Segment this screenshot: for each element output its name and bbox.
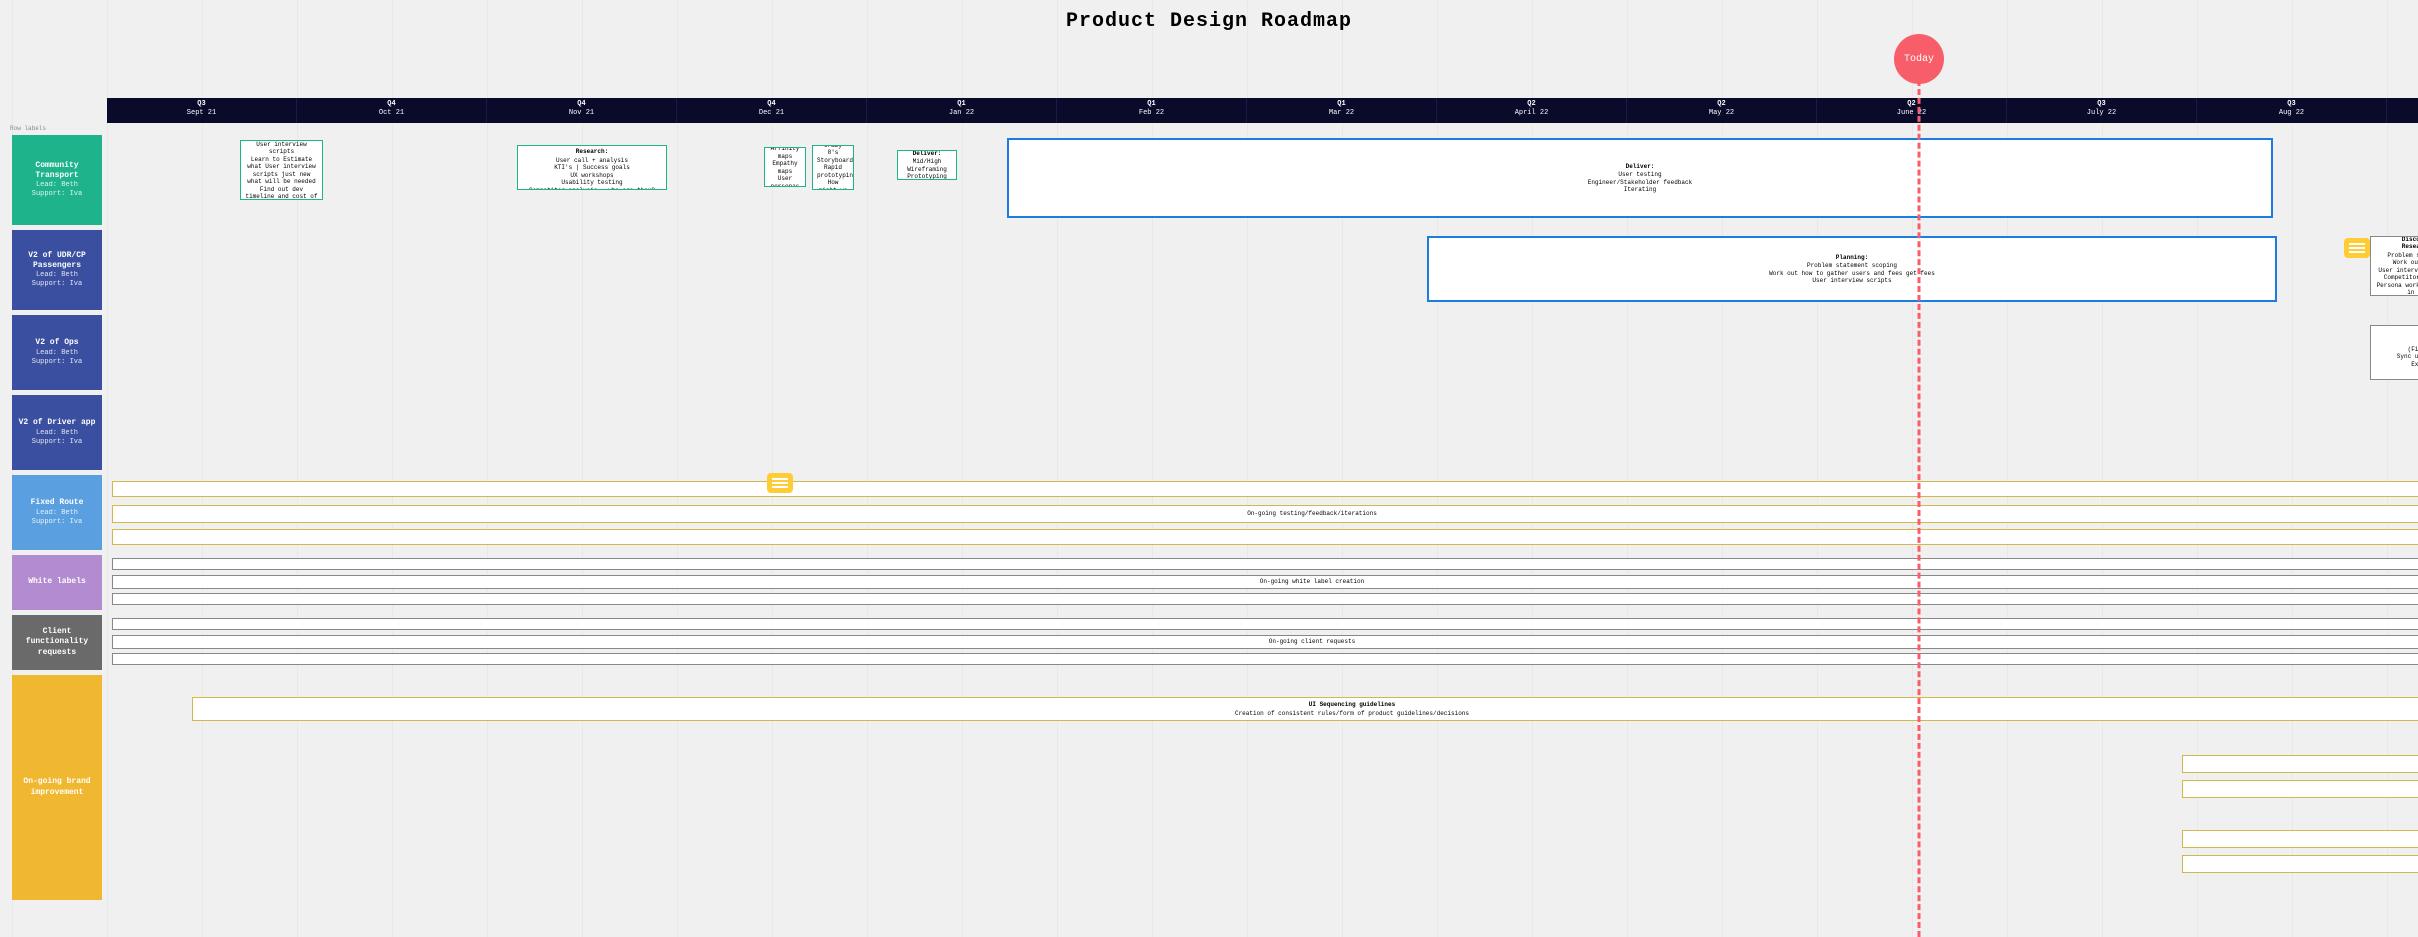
timeline-card[interactable]: [2182, 855, 2418, 873]
timeline-card[interactable]: [2182, 780, 2418, 798]
row-head[interactable]: On-going brand improvement: [12, 675, 102, 900]
roadmap-canvas[interactable]: Product Design Roadmap Today Row labels …: [0, 0, 2418, 937]
timeline-card[interactable]: [112, 529, 2418, 545]
timeline-header: Q3Sept 21Q4Oct 21Q4Nov 21Q4Dec 21Q1Jan 2…: [107, 98, 2418, 123]
timeline-card[interactable]: [2182, 755, 2418, 773]
month-cell: Q2April 22: [1437, 98, 1627, 123]
row-head[interactable]: V2 of UDR/CP PassengersLead: BethSupport…: [12, 230, 102, 310]
timeline-card[interactable]: Deliver:User testing Engineer/Stakeholde…: [1007, 138, 2273, 218]
month-cell: Q1Mar 22: [1247, 98, 1437, 123]
timeline-card[interactable]: Define:Affinity maps Empathy maps User p…: [764, 147, 806, 187]
row-head[interactable]: Community TransportLead: BethSupport: Iv…: [12, 135, 102, 225]
today-marker[interactable]: Today: [1894, 34, 1944, 84]
timeline-card[interactable]: [112, 558, 2418, 570]
month-cell: Q4Oct 21: [297, 98, 487, 123]
row-brand: On-going brand improvement UI Sequencing …: [12, 675, 2418, 900]
month-cell: Q4Nov 21: [487, 98, 677, 123]
timeline-card[interactable]: Deliver:Mid/High Wireframing Prototyping: [897, 150, 957, 180]
month-cell: Q3Aug 22: [2197, 98, 2387, 123]
timeline-card[interactable]: Planning:Problem statement scoping User …: [240, 140, 323, 200]
comment-note-icon[interactable]: [767, 473, 793, 493]
row-white-labels: White labels On-going white label creatio…: [12, 555, 2418, 610]
timeline-card[interactable]: On-going client requests: [112, 635, 2418, 649]
today-label: Today: [1904, 54, 1934, 65]
row-v2-udr-cp: V2 of UDR/CP PassengersLead: BethSupport…: [12, 230, 2418, 310]
row-client-func: Client functionality requests On-going cl…: [12, 615, 2418, 670]
timeline-card[interactable]: [2182, 830, 2418, 848]
row-head[interactable]: White labels: [12, 555, 102, 610]
row-v2-ops: V2 of OpsLead: BethSupport: Iva Discover/…: [12, 315, 2418, 390]
month-cell: Q1Feb 22: [1057, 98, 1247, 123]
row-head[interactable]: Client functionality requests: [12, 615, 102, 670]
row-head[interactable]: V2 of Driver appLead: BethSupport: Iva: [12, 395, 102, 470]
timeline-card[interactable]: UI Sequencing guidelinesCreation of cons…: [192, 697, 2418, 721]
row-v2-driver: V2 of Driver appLead: BethSupport: IvaSe…: [12, 395, 2418, 470]
timeline-card[interactable]: Discover/Research:User call + analysis K…: [517, 145, 667, 190]
comment-note-icon[interactable]: [2344, 238, 2370, 258]
row-head[interactable]: Fixed RouteLead: BethSupport: Iva: [12, 475, 102, 550]
page-title: Product Design Roadmap: [0, 10, 2418, 33]
row-fixed-route: Fixed RouteLead: BethSupport: Iva On-goin…: [12, 475, 2418, 550]
timeline-card[interactable]: On-going testing/feedback/iterations: [112, 505, 2418, 523]
month-cell: Q4Dec 21: [677, 98, 867, 123]
row-labels-caption: Row labels: [10, 125, 46, 132]
timeline-card[interactable]: Discover/Research:Problem statement Work…: [2370, 236, 2418, 296]
month-cell: Q1Jan 22: [867, 98, 1057, 123]
timeline-card[interactable]: [112, 481, 2418, 497]
month-cell-empty: [2387, 98, 2418, 123]
timeline-card[interactable]: [112, 618, 2418, 630]
timeline-card[interactable]: Develop:Crazy 8's Storyboarding Rapid pr…: [812, 145, 854, 190]
month-cell: Q2June 22: [1817, 98, 2007, 123]
timeline-card[interactable]: [112, 593, 2418, 605]
timeline-card[interactable]: On-going white label creation: [112, 575, 2418, 589]
month-cell: Q3July 22: [2007, 98, 2197, 123]
timeline-card[interactable]: [112, 653, 2418, 665]
month-cell: Q3Sept 21: [107, 98, 297, 123]
row-head[interactable]: V2 of OpsLead: BethSupport: Iva: [12, 315, 102, 390]
today-line: [1918, 80, 1921, 937]
row-community-transport: Community TransportLead: BethSupport: Iv…: [12, 135, 2418, 225]
timeline-card[interactable]: Discover/Research:(Find an audit Iva Syn…: [2370, 325, 2418, 380]
timeline-card[interactable]: Planning:Problem statement scoping Work …: [1427, 236, 2277, 302]
month-cell: Q2May 22: [1627, 98, 1817, 123]
